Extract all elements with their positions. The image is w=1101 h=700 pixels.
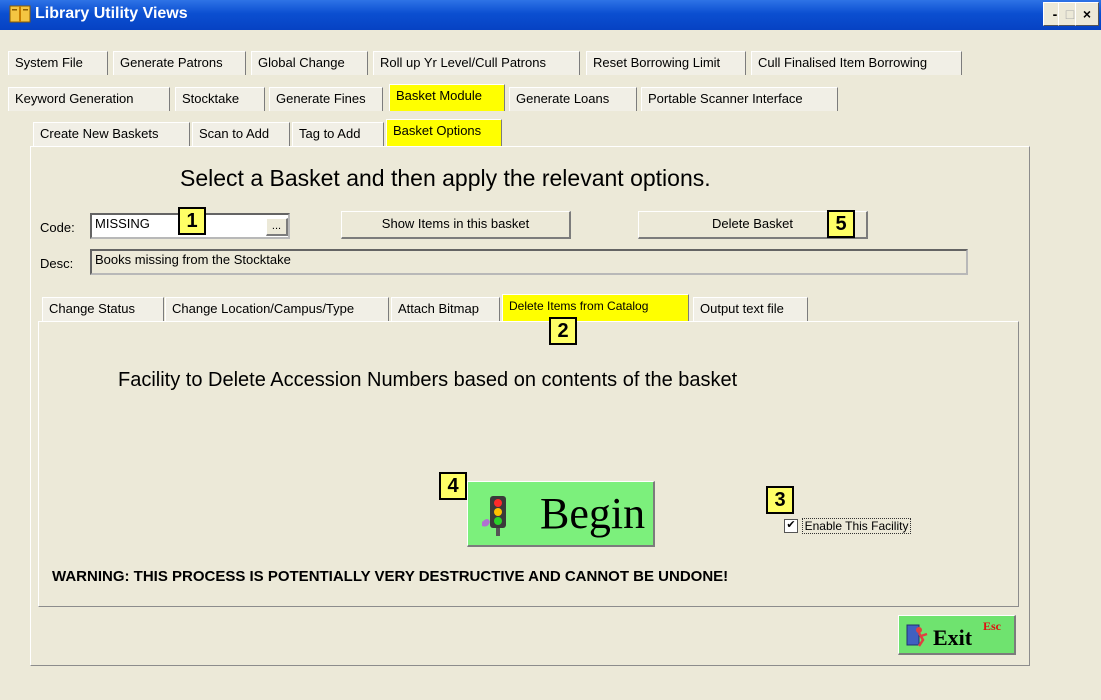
checkbox-checked-icon[interactable]: ✔ xyxy=(784,518,798,533)
basket-heading: Select a Basket and then apply the relev… xyxy=(180,165,711,191)
enable-facility-label: Enable This Facility xyxy=(801,517,912,534)
main-window: Library Utility Views - □ × System File … xyxy=(0,0,1101,700)
exit-button[interactable]: Exit Esc xyxy=(898,615,1016,655)
tab-stocktake[interactable]: Stocktake xyxy=(175,87,265,111)
code-label: Code: xyxy=(40,220,75,235)
tab-reset-borrowing-limit[interactable]: Reset Borrowing Limit xyxy=(586,51,746,75)
tab-generate-patrons[interactable]: Generate Patrons xyxy=(113,51,246,75)
exit-shortcut: Esc xyxy=(983,619,1001,633)
tab-keyword-generation[interactable]: Keyword Generation xyxy=(8,87,170,111)
tab-tag-to-add[interactable]: Tag to Add xyxy=(292,122,384,146)
show-items-button[interactable]: Show Items in this basket xyxy=(341,211,571,239)
warning-text: WARNING: THIS PROCESS IS POTENTIALLY VER… xyxy=(52,568,729,585)
callout-marker-5: 5 xyxy=(827,210,855,238)
exit-door-icon xyxy=(906,624,928,647)
begin-button[interactable]: Begin xyxy=(467,481,655,547)
callout-marker-4: 4 xyxy=(439,472,467,500)
tab-roll-up-cull-patrons[interactable]: Roll up Yr Level/Cull Patrons xyxy=(373,51,580,75)
tab-generate-loans[interactable]: Generate Loans xyxy=(509,87,637,111)
tab-cull-finalised-item-borrowing[interactable]: Cull Finalised Item Borrowing xyxy=(751,51,962,75)
exit-label: Exit xyxy=(933,625,973,650)
callout-marker-1: 1 xyxy=(178,207,206,235)
browse-basket-button[interactable]: ... xyxy=(266,218,288,236)
tab-scan-to-add[interactable]: Scan to Add xyxy=(192,122,290,146)
tab-change-status[interactable]: Change Status xyxy=(42,297,164,321)
tab-change-location[interactable]: Change Location/Campus/Type xyxy=(165,297,389,321)
desc-field[interactable]: Books missing from the Stocktake xyxy=(90,249,968,275)
tab-basket-options[interactable]: Basket Options xyxy=(386,119,502,146)
tab-global-change[interactable]: Global Change xyxy=(251,51,368,75)
callout-marker-2: 2 xyxy=(549,317,577,345)
tab-output-text-file[interactable]: Output text file xyxy=(693,297,808,321)
delete-panel-heading: Facility to Delete Accession Numbers bas… xyxy=(118,369,738,391)
tab-system-file[interactable]: System File xyxy=(8,51,108,75)
traffic-light-icon xyxy=(482,496,506,536)
window-title: Library Utility Views xyxy=(35,5,188,22)
tab-generate-fines[interactable]: Generate Fines xyxy=(269,87,383,111)
desc-label: Desc: xyxy=(40,256,74,271)
title-bar[interactable]: Library Utility Views - □ × xyxy=(0,0,1101,30)
delete-items-panel xyxy=(38,321,1019,607)
tab-create-new-baskets[interactable]: Create New Baskets xyxy=(33,122,190,146)
tab-basket-module[interactable]: Basket Module xyxy=(389,84,505,111)
begin-label: Begin xyxy=(540,489,646,538)
tab-portable-scanner-interface[interactable]: Portable Scanner Interface xyxy=(641,87,838,111)
callout-marker-3: 3 xyxy=(766,486,794,514)
close-button[interactable]: × xyxy=(1075,2,1099,26)
book-icon xyxy=(9,5,31,23)
tab-attach-bitmap[interactable]: Attach Bitmap xyxy=(391,297,500,321)
tab-delete-items-from-catalog[interactable]: Delete Items from Catalog xyxy=(502,294,689,321)
enable-facility-checkbox[interactable]: ✔ Enable This Facility xyxy=(784,517,912,534)
